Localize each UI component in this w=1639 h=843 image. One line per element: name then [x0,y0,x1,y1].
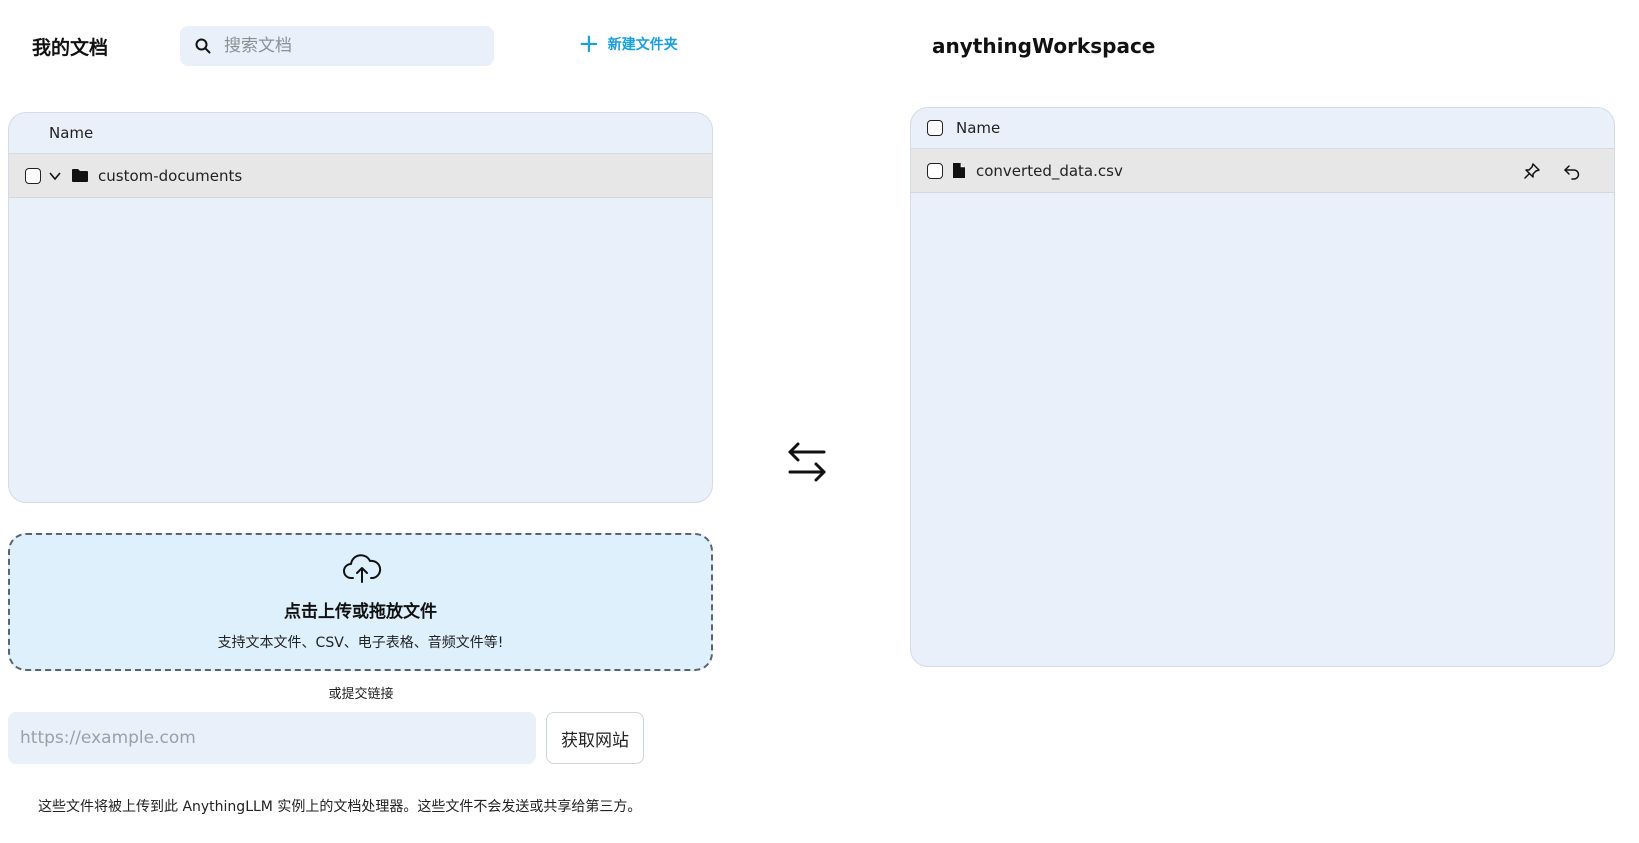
chevron-down-icon[interactable] [48,169,62,183]
search-box[interactable] [180,26,494,66]
undo-remove-icon[interactable] [1563,162,1581,180]
column-name-header: Name [956,119,1001,137]
select-all-checkbox[interactable] [927,120,943,136]
privacy-note: 这些文件将被上传到此 AnythingLLM 实例上的文档处理器。这些文件不会发… [38,799,642,815]
search-input[interactable] [224,36,474,56]
row-checkbox[interactable] [25,167,41,184]
search-icon [194,37,212,55]
row-checkbox[interactable] [927,162,943,179]
cloud-upload-icon [342,552,382,588]
plus-icon: + [578,29,600,59]
page-title: 我的文档 [32,37,109,59]
column-name-header: Name [49,124,94,142]
my-documents-panel: Name custom-documents [8,112,713,503]
upload-title: 点击上传或拖放文件 [284,602,437,622]
upload-subtitle: 支持文本文件、CSV、电子表格、音频文件等! [217,635,504,651]
upload-dropzone[interactable]: 点击上传或拖放文件 支持文本文件、CSV、电子表格、音频文件等! [8,533,713,671]
table-header: Name [9,113,712,154]
url-input[interactable] [8,712,536,764]
file-icon [952,162,966,179]
workspace-title: anythingWorkspace [932,34,1156,58]
fetch-website-button[interactable]: 获取网站 [546,712,644,764]
file-row[interactable]: converted_data.csv [911,149,1614,193]
folder-name: custom-documents [98,166,243,185]
new-folder-label: 新建文件夹 [607,37,678,53]
or-submit-link-label: 或提交链接 [328,687,394,702]
pin-icon[interactable] [1523,162,1541,180]
workspace-documents-panel: Name converted_data.csv [910,107,1615,667]
new-folder-button[interactable]: + 新建文件夹 [578,29,678,59]
swap-arrows-icon[interactable] [786,440,828,488]
table-header: Name [911,108,1614,149]
folder-row[interactable]: custom-documents [9,154,712,198]
file-name: converted_data.csv [976,161,1123,180]
folder-icon [71,168,89,183]
